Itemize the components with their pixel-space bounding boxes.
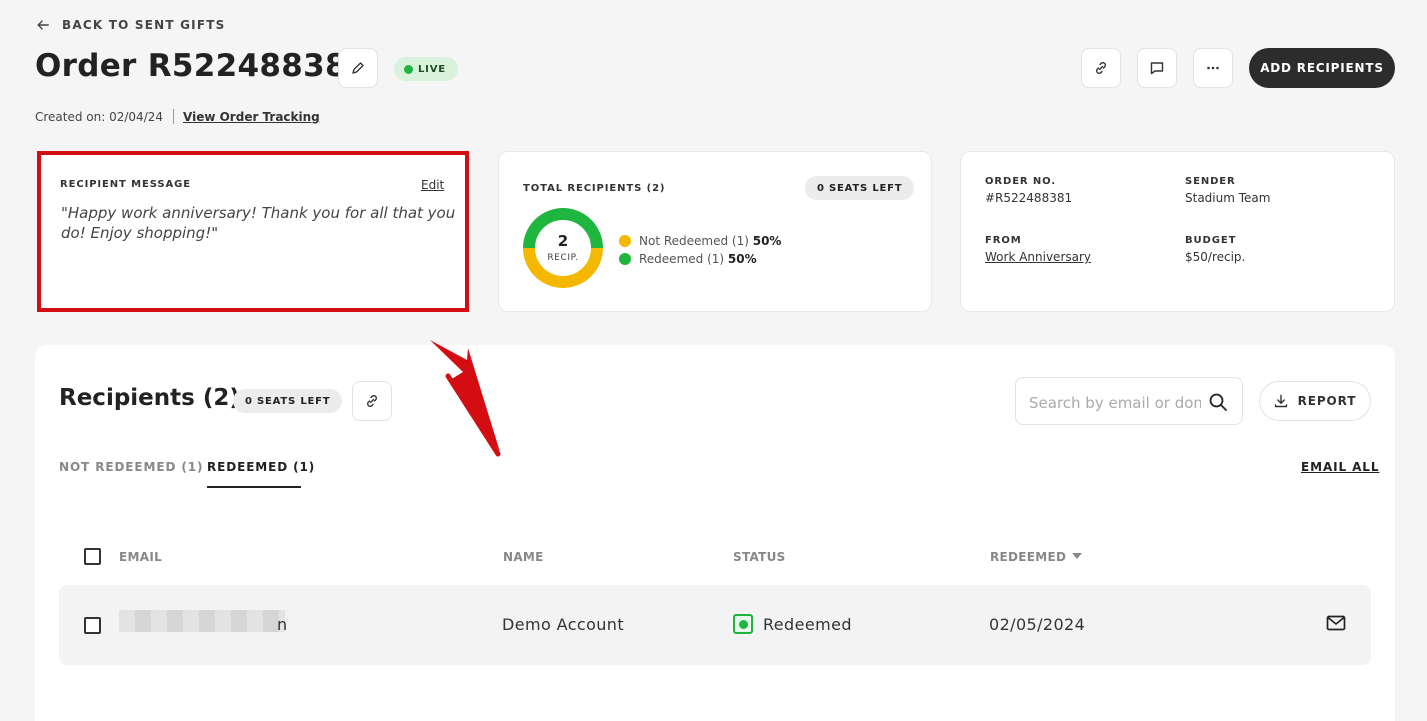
legend-dot-not-redeemed: [619, 235, 631, 247]
edit-order-button[interactable]: [338, 48, 378, 88]
legend-percent: 50%: [727, 252, 757, 266]
link-icon: [1096, 62, 1106, 74]
email-all-link[interactable]: EMAIL ALL: [1301, 460, 1379, 474]
search-placeholder: Search by email or domain: [1029, 394, 1201, 412]
active-tab-indicator: [207, 486, 301, 488]
recipient-message-card: RECIPIENT MESSAGE Edit "Happy work anniv…: [37, 151, 469, 312]
more-options-button[interactable]: [1193, 48, 1233, 88]
budget-value: $50/recip.: [1185, 250, 1246, 264]
created-date: Created on: 02/04/24: [35, 109, 164, 124]
order-no-value: #R522488381: [985, 191, 1073, 205]
report-label: REPORT: [1297, 394, 1357, 408]
edit-message-link[interactable]: Edit: [421, 178, 444, 192]
recipients-donut-chart: 2 RECIP.: [523, 208, 603, 288]
add-recipients-button[interactable]: ADD RECIPIENTS: [1249, 48, 1395, 88]
redacted-email: [119, 610, 285, 632]
mail-icon[interactable]: [1326, 614, 1346, 632]
message-icon: [1150, 62, 1164, 75]
legend-label: Not Redeemed (1): [639, 234, 749, 248]
budget-label: BUDGET: [1185, 235, 1237, 246]
order-no-field: ORDER NO. #R522488381: [985, 176, 1072, 205]
legend-item-not-redeemed: Not Redeemed (1) 50%: [619, 232, 781, 250]
status-badge-label: LIVE: [418, 63, 446, 75]
total-recipients-label: TOTAL RECIPIENTS (2): [523, 183, 666, 194]
donut-count: 2: [558, 232, 568, 250]
search-input[interactable]: Search by email or domain: [1015, 377, 1243, 425]
seats-left-badge: 0 SEATS LEFT: [805, 176, 915, 200]
back-link-label: BACK TO SENT GIFTS: [62, 18, 226, 32]
row-checkbox[interactable]: [84, 617, 101, 634]
legend-item-redeemed: Redeemed (1) 50%: [619, 250, 781, 268]
from-label: FROM: [985, 235, 1022, 246]
page-title: Order R522488381: [35, 48, 369, 84]
budget-field: BUDGET $50/recip.: [1185, 235, 1245, 264]
recipient-message-text: "Happy work anniversary! Thank you for a…: [61, 204, 456, 242]
comment-button[interactable]: [1137, 48, 1177, 88]
arrow-left-icon: [37, 20, 49, 30]
recipients-panel: Recipients (2) 0 SEATS LEFT Search by em…: [35, 345, 1395, 721]
from-link[interactable]: Work Anniversary: [985, 250, 1091, 264]
redeemed-date: 02/05/2024: [989, 615, 1086, 634]
report-button[interactable]: REPORT: [1259, 381, 1371, 421]
sort-down-icon: [1072, 553, 1083, 559]
from-field: FROM Work Anniversary: [985, 235, 1091, 264]
tab-not-redeemed[interactable]: NOT REDEEMED (1): [59, 460, 203, 474]
donut-legend: Not Redeemed (1) 50% Redeemed (1) 50%: [619, 232, 781, 268]
copy-recipients-link-button[interactable]: [352, 381, 392, 421]
column-header-email[interactable]: EMAIL: [119, 550, 162, 564]
copy-link-button[interactable]: [1081, 48, 1121, 88]
legend-label: Redeemed (1): [639, 252, 725, 266]
redeemed-status-icon: [733, 614, 753, 634]
column-header-redeemed-label: REDEEMED: [990, 550, 1067, 564]
download-icon: [1274, 394, 1287, 408]
divider: [173, 109, 175, 124]
sender-field: SENDER Stadium Team: [1185, 176, 1270, 205]
tab-redeemed[interactable]: REDEEMED (1): [207, 460, 315, 474]
seats-left-badge: 0 SEATS LEFT: [233, 389, 343, 413]
sender-value: Stadium Team: [1185, 191, 1271, 205]
recipients-title: Recipients (2): [59, 385, 240, 411]
recipient-status: Redeemed: [763, 615, 852, 634]
view-order-tracking-link[interactable]: View Order Tracking: [183, 110, 320, 124]
link-icon: [367, 395, 377, 407]
total-recipients-card: TOTAL RECIPIENTS (2) 0 SEATS LEFT 2 RECI…: [498, 151, 932, 312]
donut-unit: RECIP.: [547, 253, 578, 263]
pencil-icon: [352, 62, 364, 74]
order-no-label: ORDER NO.: [985, 176, 1057, 187]
status-badge: LIVE: [394, 57, 458, 81]
live-dot-icon: [404, 64, 413, 74]
order-info-card: ORDER NO. #R522488381 SENDER Stadium Tea…: [960, 151, 1395, 312]
column-header-status[interactable]: STATUS: [733, 550, 786, 564]
more-horizontal-icon: [1207, 66, 1219, 70]
column-header-name[interactable]: NAME: [503, 550, 544, 564]
legend-percent: 50%: [752, 234, 782, 248]
legend-dot-redeemed: [619, 253, 631, 265]
annotation-arrow-icon: [430, 340, 501, 457]
select-all-checkbox[interactable]: [84, 548, 101, 565]
back-to-sent-gifts-link[interactable]: BACK TO SENT GIFTS: [36, 18, 225, 32]
email-suffix: n: [277, 615, 288, 634]
search-icon: [1209, 393, 1227, 411]
column-header-redeemed[interactable]: REDEEMED: [990, 550, 1083, 564]
created-info: Created on: 02/04/24 View Order Tracking: [35, 109, 320, 124]
sender-label: SENDER: [1185, 176, 1236, 187]
recipient-message-label: RECIPIENT MESSAGE: [60, 179, 191, 190]
recipient-name: Demo Account: [502, 615, 625, 634]
